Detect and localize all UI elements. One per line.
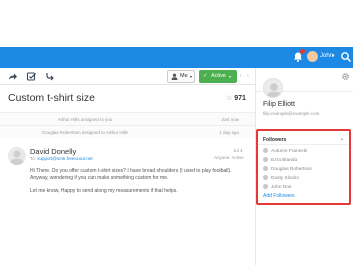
follower-item: Autumn Franecki xyxy=(263,148,307,155)
event-time: 1 day ago xyxy=(219,130,239,135)
user-icon xyxy=(263,148,268,153)
user-silhouette-icon xyxy=(10,150,24,165)
user-icon xyxy=(171,73,178,80)
event-text: Douglas Robertson assigned to Arthur Hil… xyxy=(42,130,128,135)
event-text: Arthur Hills assigned to you xyxy=(57,117,113,122)
add-followers-link[interactable]: Add Followers xyxy=(263,193,295,199)
message-date: Jul 4 xyxy=(233,148,243,153)
follower-item: Dusty Klocko xyxy=(263,175,299,182)
collapse-icon[interactable]: ▴ xyxy=(341,136,343,141)
chevron-down-icon: ▾ xyxy=(190,74,193,79)
follower-name: Douglas Robertson xyxy=(271,167,313,172)
follower-name: Dusty Klocko xyxy=(271,176,299,181)
conversation-title: Custom t-shirt size xyxy=(8,92,95,104)
message-sender[interactable]: David Donelly xyxy=(30,147,76,156)
status-dropdown[interactable]: ✓ Active ▾ xyxy=(199,70,237,83)
assignee-dropdown[interactable]: Me ▾ xyxy=(167,70,195,83)
checkbox-icon[interactable] xyxy=(26,71,37,82)
conversation-id: 971 xyxy=(234,95,246,102)
user-icon xyxy=(263,157,268,162)
chevron-down-icon[interactable]: ▾ xyxy=(332,53,335,59)
follower-name: Ezra Blanda xyxy=(271,158,298,163)
message-body-line: Anyway, wondering if you can make someth… xyxy=(30,175,169,181)
message-body-line: Let me know, Happy to send along my meas… xyxy=(30,188,178,194)
follower-name: Autumn Franecki xyxy=(271,149,308,154)
thread-event: Douglas Robertson assigned to Arthur Hil… xyxy=(0,125,255,138)
follower-item: Douglas Robertson xyxy=(263,166,312,173)
follower-item: Ezra Blanda xyxy=(263,157,297,164)
top-navigation-bar: John ▾ xyxy=(0,47,353,68)
user-avatar[interactable] xyxy=(307,51,318,62)
merge-icon[interactable] xyxy=(44,71,55,82)
share-arrow-icon[interactable] xyxy=(7,71,18,82)
assignee-label: Me xyxy=(180,73,188,79)
thread-event: Arthur Hills assigned to you Just now xyxy=(0,112,255,125)
followers-divider xyxy=(258,144,349,145)
followers-title: Followers xyxy=(263,137,287,143)
message-status: Anyone: Active xyxy=(214,155,244,160)
gear-icon[interactable] xyxy=(341,72,350,81)
follower-name: John Doe xyxy=(271,185,292,190)
search-icon[interactable] xyxy=(340,51,352,63)
event-time: Just now xyxy=(221,117,239,122)
conversation-toolbar: Me ▾ ✓ Active ▾ ‹ › xyxy=(0,68,255,85)
customer-email[interactable]: filip.example@example.com xyxy=(263,111,319,116)
user-icon xyxy=(263,166,268,171)
follower-item: John Doe xyxy=(263,184,292,191)
user-icon xyxy=(263,184,268,189)
customer-avatar xyxy=(263,78,283,98)
recipient-address[interactable]: support@smtr.freescout.net xyxy=(37,156,92,161)
notification-badge xyxy=(300,49,305,54)
chevron-down-icon: ▾ xyxy=(229,74,232,79)
star-icon[interactable]: ☆ xyxy=(226,95,232,102)
status-label: Active xyxy=(211,73,226,79)
user-icon xyxy=(263,175,268,180)
conversation-nav-arrows[interactable]: ‹ › xyxy=(240,73,251,79)
check-icon: ✓ xyxy=(203,73,208,79)
customer-name[interactable]: Filip Elliott xyxy=(263,101,295,108)
message-body-line: Hi There. Do you offer custom t-shirt si… xyxy=(30,168,232,174)
sender-avatar xyxy=(8,147,26,165)
conversation-number: ☆ 971 xyxy=(226,94,246,102)
message-recipient: To: support@smtr.freescout.net xyxy=(30,156,93,161)
